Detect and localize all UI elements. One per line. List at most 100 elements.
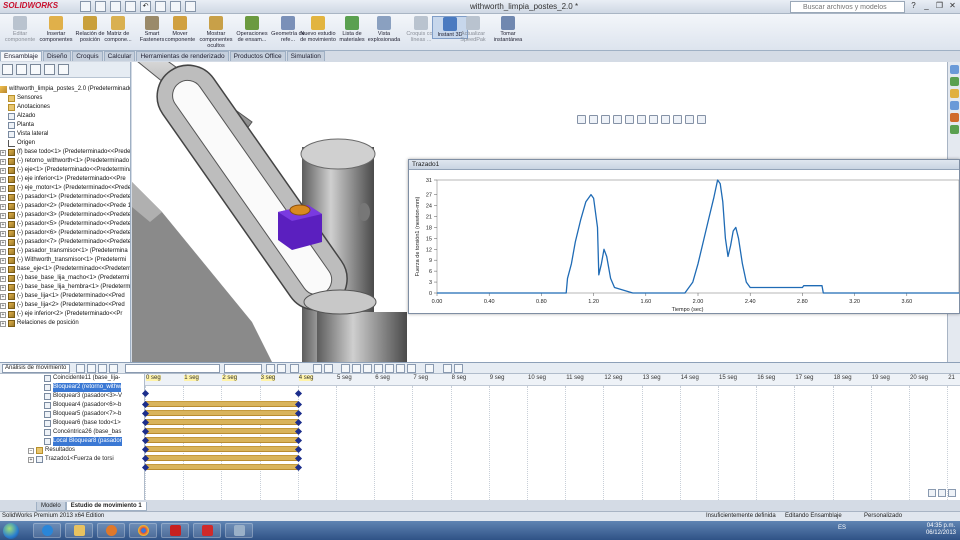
rebuild-icon[interactable]	[170, 1, 181, 12]
calculate-icon[interactable]	[76, 364, 85, 373]
expand-toggle-icon[interactable]: +	[0, 194, 6, 201]
tab-0[interactable]: Ensamblaje	[0, 51, 42, 61]
ribbon-button-6[interactable]: Mostrar componentes ocultos	[198, 16, 234, 49]
key-track[interactable]	[145, 428, 298, 434]
tree-item[interactable]: + (-) base_lija<1> (Predeterminado<<Pred	[0, 292, 130, 301]
key-track[interactable]	[145, 410, 298, 416]
tree-item[interactable]: Vista lateral	[0, 130, 130, 139]
ribbon-button-3[interactable]: Matriz de compone...	[100, 16, 136, 43]
results-plots-icon[interactable]	[407, 364, 416, 373]
clock[interactable]: 04:35 p.m. 06/12/2013	[926, 523, 956, 537]
view-palette-icon[interactable]	[950, 101, 959, 110]
config-manager-tab-icon[interactable]	[30, 64, 41, 75]
play-icon[interactable]	[98, 364, 107, 373]
expand-toggle-icon[interactable]: +	[0, 275, 6, 282]
motion-tree-item[interactable]: Bloquear6 (base todo<1>	[0, 419, 144, 428]
property-manager-tab-icon[interactable]	[16, 64, 27, 75]
select-icon[interactable]	[155, 1, 166, 12]
playback-speed-select[interactable]	[224, 364, 262, 373]
motion-tree-item[interactable]: Bloquear5 (pasador<7>-b	[0, 410, 144, 419]
ribbon-button-10[interactable]: Lista de materiales	[334, 16, 370, 43]
tab-4[interactable]: Herramientas de renderizado	[136, 51, 229, 61]
expand-toggle-icon[interactable]: +	[0, 239, 6, 246]
realview-icon[interactable]	[697, 115, 706, 124]
taskbar-other[interactable]	[225, 523, 253, 538]
key-track[interactable]	[145, 455, 298, 461]
ribbon-button-1[interactable]: Insertar componentes	[38, 16, 74, 43]
file-explorer-icon[interactable]	[950, 89, 959, 98]
tab-5[interactable]: Productos Office	[229, 51, 286, 61]
motion-tree-item[interactable]: + Trazado1<Fuerza de torsi	[0, 455, 144, 464]
taskbar-ie[interactable]	[33, 523, 61, 538]
tree-item[interactable]: + (-) pasador<2> (Predeterminado<<Prede 1	[0, 202, 130, 211]
taskbar-acrobat[interactable]	[161, 523, 189, 538]
zoom-area-icon[interactable]	[589, 115, 598, 124]
close-button[interactable]: ✕	[947, 1, 958, 12]
tree-item[interactable]: + (-) base_base_lija_macho<1> (Predetermi	[0, 274, 130, 283]
feature-tree-tab-icon[interactable]	[2, 64, 13, 75]
contact-icon[interactable]	[385, 364, 394, 373]
motion-tree-item[interactable]: Local Bloquear8 (pasador	[0, 437, 144, 446]
tree-item[interactable]: + (-) pasador<3> (Predeterminado<<Predete	[0, 211, 130, 220]
tree-item[interactable]: Alzado	[0, 112, 130, 121]
damper-icon[interactable]	[363, 364, 372, 373]
expand-toggle-icon[interactable]: +	[0, 266, 6, 273]
search-input[interactable]	[790, 1, 905, 13]
tree-item[interactable]: + (-) eje_motor<1> (Predeterminado<<Prede	[0, 184, 130, 193]
motion-tree-item[interactable]: Concéntrica26 (base_bas	[0, 428, 144, 437]
bottom-tab-0[interactable]: Modelo	[36, 502, 66, 511]
tree-item[interactable]: Anotaciones	[0, 103, 130, 112]
collapse-icon[interactable]	[443, 364, 452, 373]
taskbar-chrome[interactable]	[129, 523, 157, 538]
tree-item[interactable]: + (-) base_lija<2> (Predeterminado<<Pred	[0, 301, 130, 310]
previous-view-icon[interactable]	[601, 115, 610, 124]
custom-properties-icon[interactable]	[950, 125, 959, 134]
help-icon[interactable]: ?	[908, 1, 919, 12]
tree-item[interactable]: + Relaciones de posición	[0, 319, 130, 328]
expand-toggle-icon[interactable]: +	[0, 284, 6, 291]
display-manager-tab-icon[interactable]	[58, 64, 69, 75]
tree-item[interactable]: + (-) pasador<5> (Predeterminado<<Predete	[0, 220, 130, 229]
tree-item[interactable]: + (-) retorno_withworth<1> (Predeterminad…	[0, 157, 130, 166]
key-track[interactable]	[145, 464, 298, 470]
zoom-to-fit-timeline-icon[interactable]	[948, 489, 956, 497]
edit-appearance-icon[interactable]	[661, 115, 670, 124]
zoom-in-timeline-icon[interactable]	[928, 489, 936, 497]
timeline[interactable]: 0 seg 1 seg 2 seg 3 seg 4 seg 5 seg 6 seg 7 seg…	[141, 374, 960, 500]
tree-item[interactable]: + (-) pasador<7> (Predeterminado<<Predete	[0, 238, 130, 247]
play-from-start-icon[interactable]	[87, 364, 96, 373]
ribbon-button-9[interactable]: Nuevo estudio de movimiento	[300, 16, 336, 43]
tab-2[interactable]: Croquis	[72, 51, 103, 61]
motion-tree-item[interactable]: Coincidente11 (base_lija-	[0, 374, 144, 383]
taskbar-solidworks[interactable]	[193, 523, 221, 538]
stop-icon[interactable]	[109, 364, 118, 373]
plot-window[interactable]: Trazado1 0 3 6 9 12 15 18 21 24 27 31 0.00 0.40 0.80 1…	[408, 159, 960, 314]
design-library-icon[interactable]	[950, 77, 959, 86]
ribbon-button-7[interactable]: Operaciones de ensam...	[234, 16, 270, 43]
ribbon-button-5[interactable]: Mover componente	[162, 16, 198, 43]
tree-item[interactable]: Planta	[0, 121, 130, 130]
study-type-select[interactable]: Análisis de movimiento	[2, 364, 70, 373]
view-settings-icon[interactable]	[685, 115, 694, 124]
tree-item[interactable]: + (-) pasador_transmisor<1> (Predetermina	[0, 247, 130, 256]
taskbar-media[interactable]	[97, 523, 125, 538]
open-file-icon[interactable]	[95, 1, 106, 12]
expand-toggle-icon[interactable]: −	[28, 447, 34, 454]
bottom-tab-1[interactable]: Estudio de movimiento 1	[65, 502, 147, 511]
tab-3[interactable]: Calcular	[103, 51, 136, 61]
expand-toggle-icon[interactable]: +	[0, 185, 6, 192]
expand-toggle-icon[interactable]: +	[0, 293, 6, 300]
tree-item[interactable]: Origen	[0, 139, 130, 148]
expand-toggle-icon[interactable]: +	[0, 302, 6, 309]
gravity-icon[interactable]	[396, 364, 405, 373]
plot-window-title[interactable]: Trazado1	[409, 160, 959, 170]
tree-item[interactable]: + (-) eje<1> (Predeterminado<<Predetermin…	[0, 166, 130, 175]
expand-toggle-icon[interactable]: +	[0, 248, 6, 255]
zoom-fit-icon[interactable]	[577, 115, 586, 124]
key-track[interactable]	[145, 401, 298, 407]
expand-toggle-icon[interactable]: +	[28, 456, 34, 463]
apply-scene-icon[interactable]	[673, 115, 682, 124]
animation-wizard-icon[interactable]	[290, 364, 299, 373]
tree-item[interactable]: Sensores	[0, 94, 130, 103]
motion-tree-item[interactable]: Bloquear3 (pasador<3>-V	[0, 392, 144, 401]
